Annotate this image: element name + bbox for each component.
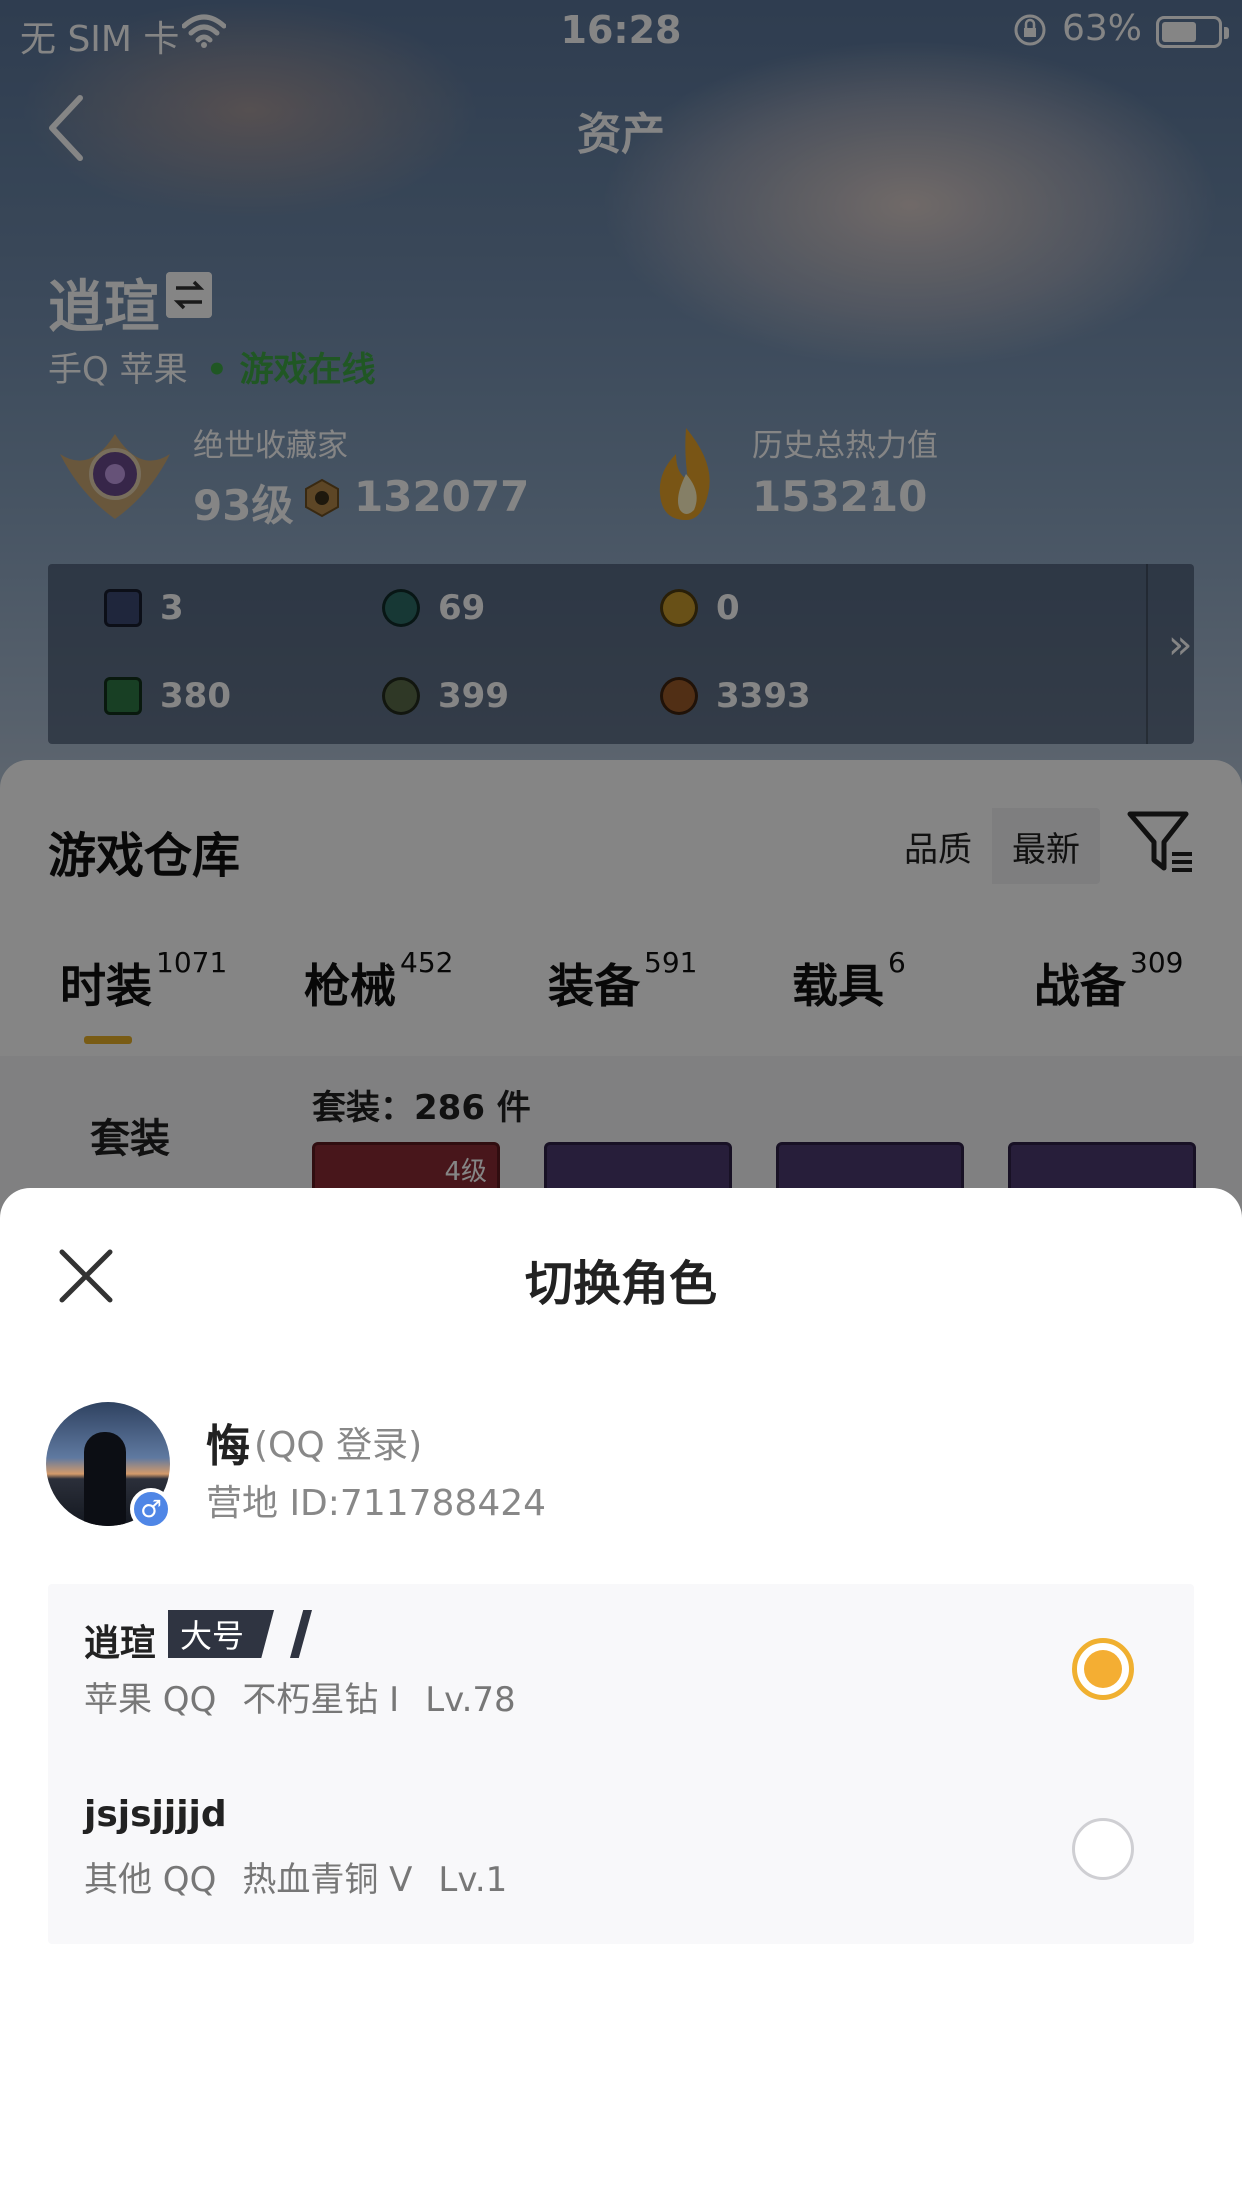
- role-meta: 其他 QQ 热血青铜 V Lv.1: [84, 1852, 533, 1901]
- avatar-silhouette: [84, 1432, 126, 1526]
- role-name: jsjsjjjjd: [84, 1794, 227, 1835]
- role-radio-selected[interactable]: [1072, 1638, 1134, 1700]
- role-rank: 热血青铜 V: [242, 1860, 413, 1900]
- role-platform: 苹果 QQ: [84, 1680, 217, 1720]
- role-row[interactable]: jsjsjjjjd 其他 QQ 热血青铜 V Lv.1: [48, 1764, 1194, 1944]
- role-platform: 其他 QQ: [84, 1860, 217, 1900]
- role-meta: 苹果 QQ 不朽星钻 I Lv.78: [84, 1672, 542, 1721]
- role-level: Lv.78: [425, 1680, 516, 1720]
- account-name: 悔: [206, 1421, 250, 1472]
- male-gender-icon: ♂: [130, 1488, 172, 1530]
- switch-role-sheet: 切换角色 ♂ 悔 (QQ 登录) 营地 ID:711788424 逍瑄 大号 苹…: [0, 1188, 1242, 2208]
- account-login-type: (QQ 登录): [254, 1425, 423, 1466]
- role-name: 逍瑄: [84, 1623, 157, 1664]
- role-row[interactable]: 逍瑄 大号 苹果 QQ 不朽星钻 I Lv.78: [48, 1584, 1194, 1764]
- sheet-title: 切换角色: [524, 1256, 717, 1312]
- tag-slash-decoration: [290, 1610, 312, 1658]
- role-rank: 不朽星钻 I: [242, 1680, 400, 1720]
- camp-id: 营地 ID:711788424: [206, 1483, 547, 1524]
- role-radio[interactable]: [1072, 1818, 1134, 1880]
- role-level: Lv.1: [438, 1860, 508, 1900]
- role-list: 逍瑄 大号 苹果 QQ 不朽星钻 I Lv.78 jsjsjjjjd 其他 QQ 热血…: [48, 1584, 1194, 1944]
- main-account-tag: 大号: [168, 1610, 275, 1658]
